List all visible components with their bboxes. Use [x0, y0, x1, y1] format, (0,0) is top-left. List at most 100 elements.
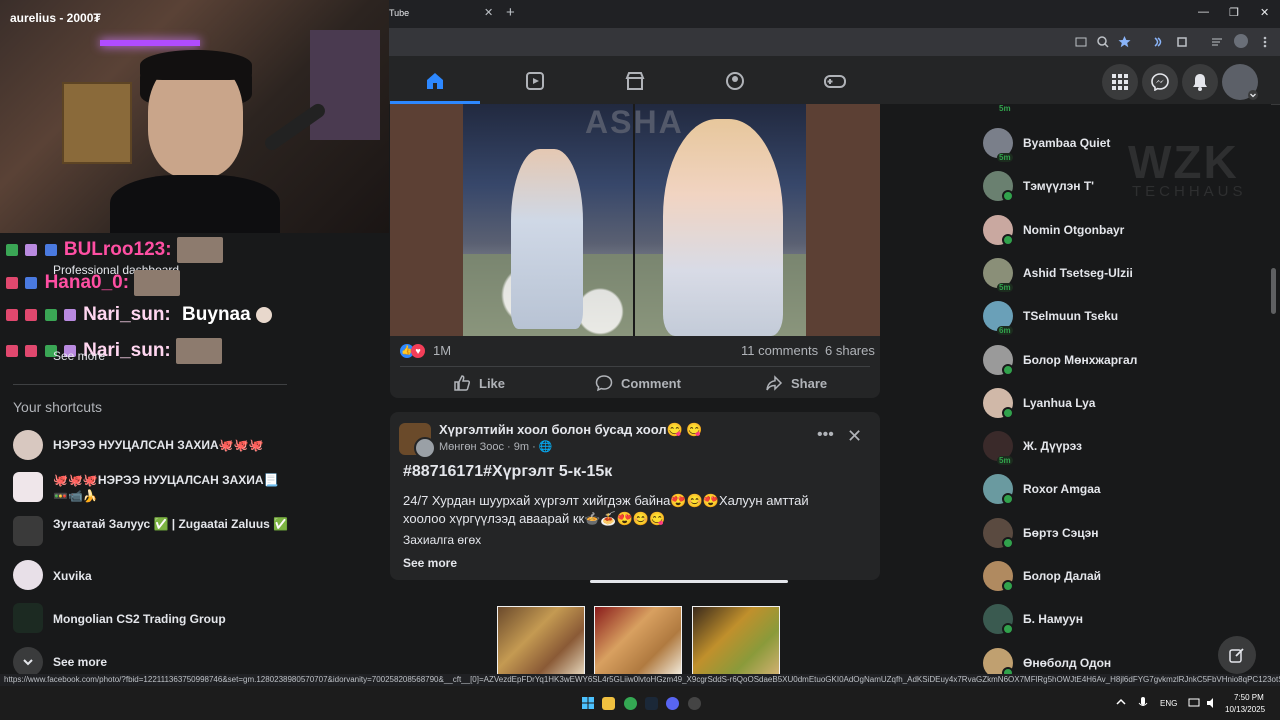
- reaction-summary[interactable]: 👍 ♥ 1M: [400, 343, 451, 358]
- nav-marketplace-tab[interactable]: [590, 60, 680, 102]
- network-icon[interactable]: [1188, 697, 1200, 709]
- cast-icon[interactable]: [1075, 36, 1087, 48]
- volume-icon[interactable]: [1206, 697, 1218, 709]
- clock-time[interactable]: 7:50 PM: [1234, 693, 1264, 702]
- contact-item[interactable]: Бөртэ Сэцэн: [983, 517, 1099, 549]
- love-reaction-icon: ♥: [411, 343, 425, 358]
- tab-close-icon[interactable]: ✕: [484, 6, 493, 19]
- contact-name: Бөртэ Сэцэн: [1023, 525, 1099, 540]
- chrome-icon[interactable]: [624, 697, 637, 710]
- share-button[interactable]: Share: [765, 374, 827, 392]
- nav-video-tab[interactable]: [490, 60, 580, 102]
- see-more-link[interactable]: See more: [53, 349, 105, 363]
- minimize-button[interactable]: —: [1198, 6, 1209, 18]
- menu-button[interactable]: [1102, 64, 1138, 100]
- shortcut-item[interactable]: 🐙🐙🐙НЭРЭЭ НУУЦАЛСАН ЗАХИА📃🚥📹🍌: [13, 472, 293, 504]
- zoom-icon[interactable]: [1097, 36, 1109, 48]
- profile-avatar[interactable]: [1234, 34, 1248, 48]
- window-close-button[interactable]: ✕: [1260, 6, 1269, 19]
- shortcut-item[interactable]: Mongolian CS2 Trading Group: [13, 603, 293, 633]
- shortcut-avatar: [13, 603, 43, 633]
- contact-item[interactable]: Lyanhua Lya: [983, 387, 1095, 419]
- nav-home-tab[interactable]: [390, 60, 480, 102]
- heart-badge-icon: [6, 308, 18, 321]
- messenger-button[interactable]: [1142, 64, 1178, 100]
- food-photo[interactable]: [692, 606, 780, 675]
- steam-icon[interactable]: [645, 697, 658, 710]
- grid-menu-icon: [1112, 74, 1128, 90]
- webcam-feed: [0, 0, 389, 233]
- contact-item[interactable]: 5m Ж. Дүүрэз: [983, 431, 1082, 466]
- browser-toolbar: [389, 28, 1280, 56]
- like-label: Like: [479, 375, 506, 391]
- contact-item[interactable]: 5m Ashid Tsetseg-Ulzii: [983, 257, 1133, 292]
- comment-icon: [595, 375, 613, 392]
- chat-message: Nari_sun: Buynaa: [6, 304, 274, 326]
- contact-name: Тэмүүлэн Т': [1023, 179, 1095, 194]
- shortcut-label: 🐙🐙🐙НЭРЭЭ НУУЦАЛСАН ЗАХИА📃🚥📹🍌: [53, 473, 279, 503]
- food-photo[interactable]: [594, 606, 682, 675]
- menu-dots-icon[interactable]: [1262, 35, 1268, 49]
- bell-icon: [1193, 74, 1207, 91]
- contact-name: Болор Мөнхжаргал: [1023, 352, 1138, 367]
- account-avatar-button[interactable]: [1222, 64, 1258, 100]
- contact-name: Б. Намуун: [1023, 612, 1083, 627]
- contact-item[interactable]: Болор Далай: [983, 561, 1101, 592]
- groups-icon: [726, 72, 744, 90]
- new-message-button[interactable]: [1218, 636, 1256, 674]
- group-name-link[interactable]: Хүргэлтийн хоол болон бусад хоол😋 😋: [439, 422, 703, 438]
- nav-gaming-tab[interactable]: [790, 60, 880, 102]
- contact-avatar: 6m: [983, 301, 1013, 336]
- contact-avatar: [983, 344, 1014, 376]
- shortcut-item[interactable]: Xuvika: [13, 560, 293, 590]
- more-options-icon[interactable]: •••: [817, 426, 834, 444]
- shortcut-item[interactable]: НЭРЭЭ НУУЦАЛСАН ЗАХИА🐙🐙🐙: [13, 430, 293, 460]
- contact-item[interactable]: Болор Мөнхжаргал: [983, 344, 1138, 376]
- contact-name: Nomin Otgonbayr: [1023, 222, 1125, 237]
- comment-button[interactable]: Comment: [595, 374, 681, 392]
- author-avatar[interactable]: [414, 437, 436, 459]
- contact-item[interactable]: 6m TSelmuun Tseku: [983, 301, 1118, 336]
- notifications-button[interactable]: [1182, 64, 1218, 100]
- loading-bar: [590, 580, 788, 583]
- see-more-post-link[interactable]: See more: [403, 556, 457, 570]
- tray-chevron-up-icon[interactable]: [1116, 697, 1126, 707]
- contact-item[interactable]: Тэмүүлэн Т': [983, 171, 1095, 203]
- hide-post-close-icon[interactable]: ✕: [847, 426, 862, 447]
- browser-tab-title[interactable]: Tube: [389, 8, 409, 18]
- contact-item[interactable]: Б. Намуун: [983, 604, 1083, 636]
- contact-avatar: [983, 171, 1014, 203]
- obs-icon[interactable]: [688, 697, 701, 710]
- reading-list-icon[interactable]: [1211, 36, 1223, 48]
- puzzle-icon[interactable]: [1176, 35, 1188, 47]
- windows-start-icon[interactable]: [582, 697, 594, 709]
- discord-icon[interactable]: [666, 697, 679, 710]
- contact-item[interactable]: Nomin Otgonbayr: [983, 214, 1125, 246]
- active-minutes: 5m: [997, 456, 1013, 466]
- new-tab-button[interactable]: +: [506, 4, 515, 21]
- contact-item[interactable]: Roxor Amgaa: [983, 474, 1101, 506]
- bookmark-star-icon[interactable]: [1118, 35, 1131, 48]
- post-body-text: Захиалга өгөх: [403, 533, 482, 547]
- restore-button[interactable]: ❐: [1229, 6, 1239, 19]
- food-photo[interactable]: [497, 606, 585, 675]
- chat-text: Buynaa: [182, 304, 251, 325]
- extension-icon[interactable]: [1152, 36, 1164, 48]
- see-more-shortcuts-button[interactable]: See more: [13, 647, 107, 677]
- post-meta: Мөнгөн Зоос · 9m · 🌐: [439, 441, 553, 453]
- shares-count-link[interactable]: 6 shares: [825, 343, 875, 358]
- shortcut-item[interactable]: Зугаатай Залуус ✅ | Zugaatai Zaluus ✅: [13, 516, 293, 546]
- heart-badge-icon: [25, 345, 38, 357]
- share-icon: [766, 375, 783, 391]
- contact-item[interactable]: 5m Byambaa Quiet: [983, 128, 1110, 162]
- input-language[interactable]: ENG: [1160, 699, 1177, 708]
- comments-count-link[interactable]: 11 comments: [741, 343, 818, 358]
- messenger-icon: [1151, 73, 1169, 91]
- file-explorer-icon[interactable]: [602, 697, 615, 710]
- scrollbar[interactable]: [1271, 268, 1276, 314]
- photo-figure: [663, 119, 783, 336]
- nav-groups-tab[interactable]: [690, 60, 780, 102]
- clock-date[interactable]: 10/13/2025: [1225, 705, 1265, 714]
- microphone-icon[interactable]: [1138, 696, 1148, 710]
- like-button[interactable]: Like: [453, 374, 505, 392]
